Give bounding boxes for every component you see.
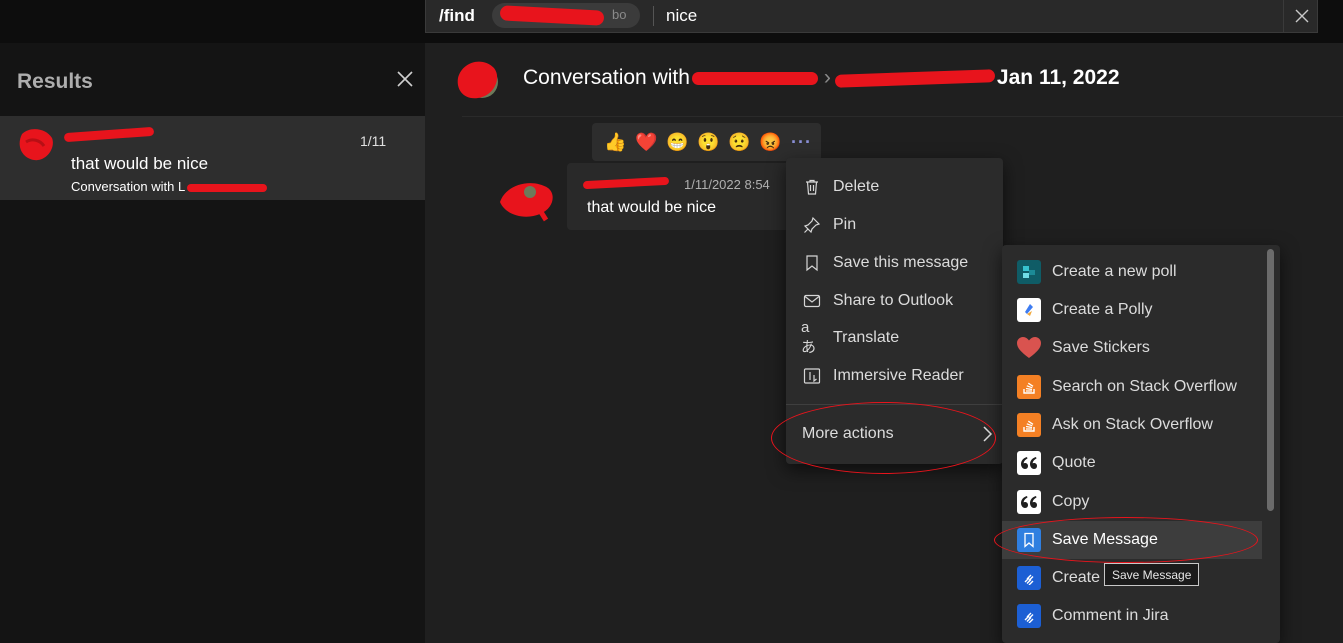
menu-item-delete[interactable]: Delete (786, 168, 1003, 206)
chevron-right-icon (983, 426, 993, 442)
heart-icon[interactable]: ❤️ (633, 129, 660, 156)
quote-icon (1017, 451, 1041, 475)
menu-item-create-a-polly[interactable]: Create a Polly (1002, 291, 1262, 329)
stack-overflow-icon (1017, 413, 1041, 437)
menu-item-label: Search on Stack Overflow (1052, 378, 1237, 395)
polly-icon (1017, 298, 1041, 322)
menu-item-immersive-reader[interactable]: Immersive Reader (786, 357, 1003, 395)
thumbs-up-icon[interactable]: 👍 (602, 129, 629, 156)
menu-item-copy[interactable]: Copy (1002, 483, 1262, 521)
redaction-mark (499, 5, 605, 26)
immersive-reader-icon (801, 365, 823, 387)
menu-item-label: Save Message (1052, 531, 1158, 548)
avatar (500, 183, 553, 222)
close-results-button[interactable] (393, 67, 417, 91)
message-text: that would be nice (587, 199, 716, 216)
title-separator: › (823, 66, 831, 89)
redaction-mark (187, 183, 268, 192)
menu-item-more-actions[interactable]: More actions (786, 415, 1003, 453)
menu-divider (786, 404, 1003, 405)
avatar (19, 129, 53, 161)
quote-icon (1017, 490, 1041, 514)
result-subtitle: Conversation with L (71, 179, 268, 194)
menu-item-search-on-stack-overflow[interactable]: Search on Stack Overflow (1002, 368, 1262, 406)
menu-item-label: Quote (1052, 454, 1096, 471)
menu-item-share-to-outlook[interactable]: Share to Outlook (786, 282, 1003, 320)
result-text: that would be nice (71, 154, 209, 173)
menu-item-label: Share to Outlook (833, 292, 954, 309)
sad-icon[interactable]: 😟 (726, 129, 753, 156)
clear-search-button[interactable] (1283, 0, 1319, 32)
redaction-mark (834, 69, 996, 88)
menu-item-label: Delete (833, 178, 880, 195)
menu-item-label: More actions (802, 425, 894, 442)
search-input[interactable] (664, 4, 1264, 28)
conversation-date: Jan 11, 2022 (996, 66, 1120, 89)
heart-icon (1017, 336, 1041, 360)
menu-item-ask-on-stack-overflow[interactable]: Ask on Stack Overflow (1002, 406, 1262, 444)
menu-item-save-stickers[interactable]: Save Stickers (1002, 329, 1262, 367)
mail-icon (801, 290, 823, 312)
jira-icon (1017, 566, 1041, 590)
laugh-icon[interactable]: 😁 (664, 129, 691, 156)
translate-icon: aあ (801, 319, 817, 356)
close-icon (397, 71, 413, 87)
menu-item-save-this-message[interactable]: Save this message (786, 244, 1003, 282)
menu-item-label: Ask on Stack Overflow (1052, 416, 1213, 433)
stack-overflow-icon (1017, 375, 1041, 399)
close-icon (1295, 9, 1308, 23)
message-context-menu: Delete Pin Save this message Share to Ou… (786, 158, 1003, 464)
redaction-mark (582, 176, 670, 190)
menu-item-label: Immersive Reader (833, 367, 964, 384)
conversation-title: Conversation with › Jan 11, 2022 (523, 66, 1120, 90)
results-title: Results (17, 70, 93, 93)
command-prefix: /find (439, 6, 475, 25)
command-box[interactable]: /find bo (425, 0, 1318, 33)
menu-item-comment-in-jira[interactable]: Comment in Jira (1002, 597, 1262, 635)
result-count: 1/11 (360, 133, 387, 149)
redaction-mark (63, 126, 155, 143)
menu-item-create-a-new-poll[interactable]: Create a new poll (1002, 253, 1262, 291)
menu-item-quote[interactable]: Quote (1002, 444, 1262, 482)
menu-item-label: Save this message (833, 254, 969, 271)
bookmark-icon (801, 252, 823, 274)
command-chip-text: bo (612, 7, 627, 22)
jira-icon (1017, 604, 1041, 628)
menu-item-label: Create a new poll (1052, 263, 1177, 280)
redaction-mark (691, 71, 818, 85)
trash-icon (801, 176, 823, 198)
menu-item-label: Create (1052, 569, 1101, 586)
menu-item-save-message[interactable]: Save Message (1002, 521, 1262, 559)
reaction-bar: 👍 ❤️ 😁 😲 😟 😡 ··· (592, 123, 821, 161)
results-panel: Results 1/11 that would be nice Conversa… (0, 43, 425, 643)
top-bar: /find bo (0, 0, 1343, 43)
message-bubble[interactable]: 1/11/2022 8:54 that would be nice (567, 163, 807, 230)
menu-item-pin[interactable]: Pin (786, 206, 1003, 244)
menu-item-label: Comment in Jira (1052, 607, 1169, 624)
result-subtitle-text: Conversation with L (71, 179, 186, 194)
bookmark-icon (1017, 528, 1041, 552)
menu-item-label: Copy (1052, 493, 1090, 510)
forms-poll-icon (1017, 260, 1041, 284)
menu-item-label: Create a Polly (1052, 301, 1153, 318)
command-divider (653, 6, 654, 26)
result-item[interactable]: 1/11 that would be nice Conversation wit… (0, 116, 425, 200)
conversation-title-prefix: Conversation with (523, 66, 690, 89)
menu-item-translate[interactable]: aあ Translate (786, 319, 1003, 357)
menu-item-label: Save Stickers (1052, 339, 1150, 356)
surprised-icon[interactable]: 😲 (695, 129, 722, 156)
header-divider (462, 116, 1343, 117)
angry-icon[interactable]: 😡 (757, 129, 784, 156)
message-timestamp: 1/11/2022 8:54 (684, 177, 770, 192)
more-options-icon[interactable]: ··· (788, 129, 815, 156)
avatar (457, 61, 498, 99)
menu-item-label: Translate (833, 329, 900, 346)
tooltip: Save Message (1104, 563, 1200, 586)
submenu-scrollbar[interactable] (1267, 249, 1274, 511)
command-chip[interactable]: bo (492, 3, 640, 28)
menu-item-label: Pin (833, 216, 857, 233)
pin-icon (801, 214, 823, 236)
